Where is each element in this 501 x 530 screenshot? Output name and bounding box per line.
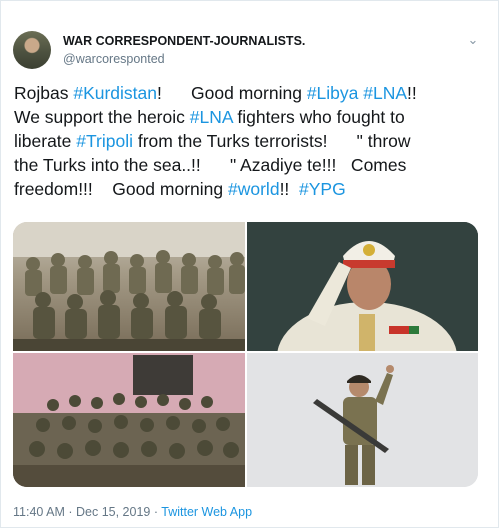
- photo-women-fighters[interactable]: [13, 353, 245, 487]
- tweet-text-line: the Turks into the sea..!! " Azadiye te!…: [14, 153, 492, 177]
- source-app-link[interactable]: Twitter Web App: [161, 505, 252, 519]
- tweet-timestamp[interactable]: 11:40 AM · Dec 15, 2019 ·: [13, 505, 161, 519]
- chevron-down-icon[interactable]: ⌄: [465, 33, 481, 47]
- tweet-text-segment: freedom!!! Good morning: [14, 179, 228, 199]
- hashtag-link[interactable]: #Libya: [307, 83, 359, 103]
- tweet-text-segment: from the Turks terrorists! " throw: [133, 131, 411, 151]
- hashtag-link[interactable]: #Kurdistan: [73, 83, 157, 103]
- author-handle[interactable]: @warcoresponted: [63, 52, 165, 66]
- tweet-text-line: freedom!!! Good morning #world!! #YPG: [14, 177, 492, 201]
- tweet-text-segment: !!: [407, 83, 417, 103]
- tweet-text-line: Rojbas #Kurdistan! Good morning #Libya #…: [14, 81, 492, 105]
- tweet-text-line: We support the heroic #LNA fighters who …: [14, 105, 492, 129]
- tweet-card: WAR CORRESPONDENT-JOURNALISTS. @warcores…: [0, 0, 499, 528]
- tweet-text-segment: liberate: [14, 131, 77, 151]
- hashtag-link[interactable]: #YPG: [299, 179, 346, 199]
- hashtag-link[interactable]: #world: [228, 179, 280, 199]
- tweet-text-segment: fighters who fought to: [232, 107, 405, 127]
- photo-officer-saluting[interactable]: [247, 222, 478, 351]
- photo-fighter-rifle[interactable]: [247, 353, 478, 487]
- author-name[interactable]: WAR CORRESPONDENT-JOURNALISTS.: [63, 34, 305, 48]
- avatar[interactable]: [13, 31, 51, 69]
- tweet-text-segment: the Turks into the sea..!! " Azadiye te!…: [14, 155, 407, 175]
- tweet-text-line: liberate #Tripoli from the Turks terrori…: [14, 129, 492, 153]
- tweet-text-segment: !!: [279, 179, 300, 199]
- tweet-text-segment: Rojbas: [14, 83, 74, 103]
- hashtag-link[interactable]: #Tripoli: [76, 131, 133, 151]
- hashtag-link[interactable]: #LNA: [190, 107, 233, 127]
- hashtag-link[interactable]: #LNA: [363, 83, 407, 103]
- media-grid: [13, 222, 478, 487]
- tweet-footer: 11:40 AM · Dec 15, 2019 · Twitter Web Ap…: [13, 505, 252, 519]
- tweet-text-segment: ! Good morning: [157, 83, 307, 103]
- tweet-text-segment: We support the heroic: [14, 107, 190, 127]
- tweet-text: Rojbas #Kurdistan! Good morning #Libya #…: [14, 81, 492, 201]
- photo-soldiers-group[interactable]: [13, 222, 245, 351]
